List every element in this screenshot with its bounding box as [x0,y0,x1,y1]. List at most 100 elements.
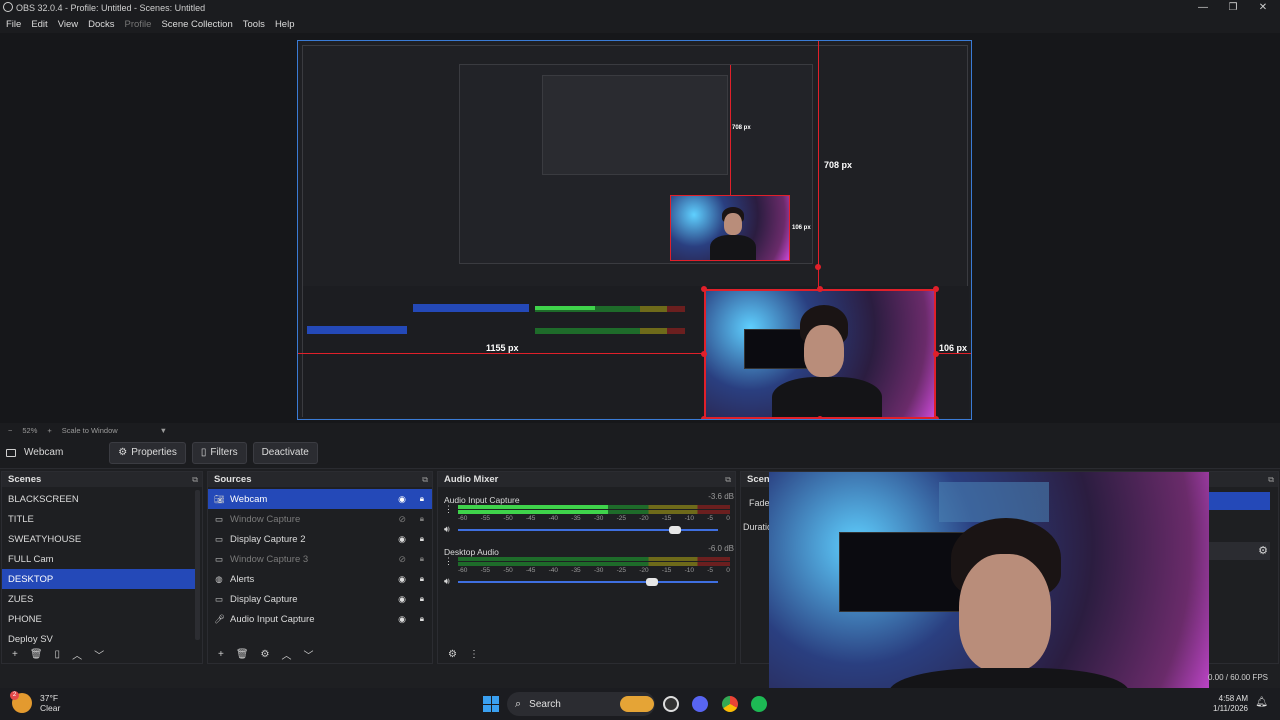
taskbar-app-icon[interactable] [620,696,654,712]
resize-handle[interactable] [701,286,707,292]
eye-hidden-icon[interactable]: ⊘ [398,554,406,565]
windows-start-icon[interactable] [483,696,499,712]
eye-icon[interactable]: ◉ [398,534,406,545]
menu-docks[interactable]: Docks [88,19,114,30]
audio-channel: Audio Input Capture -3.6 dB ⋮ -60 -55 -50-… [444,492,734,540]
deactivate-button[interactable]: Deactivate [252,441,318,464]
lock-icon[interactable]: 🔒︎ [420,534,424,544]
zoom-out-button[interactable]: − [8,426,12,435]
mixer-menu-icon[interactable]: ⋮ [469,649,479,660]
resize-handle[interactable] [701,416,707,419]
lock-icon[interactable]: 🔒︎ [420,574,424,584]
source-item[interactable]: ▭ Display Capture ◉ 🔒︎ [208,589,432,609]
fps-readout: 0.00 / 60.00 FPS [1207,673,1268,682]
menu-edit[interactable]: Edit [31,19,47,30]
transition-select[interactable]: Fade [749,498,770,508]
system-clock[interactable]: 4:58 AM 1/11/2026 [1213,694,1248,714]
scale-mode-caret-icon[interactable]: ▼ [160,426,167,435]
move-down-icon[interactable]: ﹀ [304,647,314,662]
source-item[interactable]: ▭ Display Capture 2 ◉ 🔒︎ [208,529,432,549]
resize-handle[interactable] [701,351,707,357]
speaker-icon[interactable]: 🔊︎ [444,576,450,587]
source-item[interactable]: ▭ Window Capture 3 ⊘ 🔒︎ [208,549,432,569]
move-down-icon[interactable]: ﹀ [94,647,104,662]
nested-meter-2 [535,328,685,334]
lock-icon[interactable]: 🔒︎ [420,594,424,604]
scale-mode[interactable]: Scale to Window [62,426,118,435]
scene-item-selected[interactable]: DESKTOP [2,569,196,589]
move-up-icon[interactable]: ︿ [282,647,292,662]
nested-preview: 708 px 106 px [459,64,813,264]
gear-icon[interactable]: ⚙ [1258,544,1268,557]
channel-menu-icon[interactable]: ⋮ [444,504,453,515]
preview-canvas[interactable]: 708 px 106 px 708 px 106 px 1155 px [297,40,972,420]
source-item-selected[interactable]: 📷︎ Webcam ◉ 🔒︎ [208,489,432,509]
remove-source-icon[interactable]: 🗑 [236,649,249,660]
eye-icon[interactable]: ◉ [398,614,406,625]
channel-menu-icon[interactable]: ⋮ [444,556,453,567]
menu-view[interactable]: View [58,19,78,30]
resize-handle[interactable] [933,286,939,292]
meter-tick-label: -35 [571,515,581,522]
scene-item[interactable]: PHONE [2,609,196,629]
channel-db: -3.6 dB [708,492,734,501]
volume-slider[interactable] [458,578,718,586]
eye-icon[interactable]: ◉ [398,494,406,505]
undock-icon[interactable]: ⧉ [422,475,428,485]
eye-icon[interactable]: ◉ [398,574,406,585]
source-item[interactable]: ▭ Window Capture ⊘ 🔒︎ [208,509,432,529]
guide-line-top [818,41,819,289]
meter-scale: -60 -55 -50 -45 -40 -35 -30 -25 -20 -15 -10 -5 0 [458,515,730,522]
source-item[interactable]: 🎤︎ Audio Input Capture ◉ 🔒︎ [208,609,432,629]
menu-scene-collection[interactable]: Scene Collection [161,19,232,30]
scene-item[interactable]: SWEATYHOUSE [2,529,196,549]
undock-icon[interactable]: ⧉ [1268,475,1274,485]
menu-help[interactable]: Help [275,19,295,30]
zoom-in-button[interactable]: + [47,426,51,435]
weather-widget[interactable]: 2 37°F Clear [10,691,60,713]
source-properties-icon[interactable]: ⚙ [261,649,270,660]
mixer-settings-icon[interactable]: ⚙ [448,649,457,660]
maximize-button[interactable]: ❐ [1218,0,1248,15]
undock-icon[interactable]: ⧉ [725,475,731,485]
scene-item[interactable]: FULL Cam [2,549,196,569]
scene-item[interactable]: ZUES [2,589,196,609]
scene-filters-icon[interactable]: ▯ [55,649,61,660]
obs-taskbar-icon[interactable] [663,696,679,712]
resize-handle[interactable] [933,416,939,419]
eye-icon[interactable]: ◉ [398,594,406,605]
lock-icon[interactable]: 🔒︎ [420,554,424,564]
menu-profile[interactable]: Profile [125,19,152,30]
scenes-scrollbar[interactable] [195,490,200,640]
chrome-taskbar-icon[interactable] [722,696,738,712]
undock-icon[interactable]: ⧉ [192,475,198,485]
transition-select-highlight[interactable] [1208,492,1270,510]
move-up-icon[interactable]: ︿ [72,647,82,662]
discord-taskbar-icon[interactable] [692,696,708,712]
scene-item[interactable]: BLACKSCREEN [2,489,196,509]
lock-icon[interactable]: 🔒︎ [420,494,424,504]
volume-slider[interactable] [458,526,718,534]
source-item[interactable]: ◍ Alerts ◉ 🔒︎ [208,569,432,589]
selection-bounding-box[interactable] [704,289,936,419]
weather-temp: 37°F [40,693,59,703]
properties-button[interactable]: ⚙ Properties [109,441,186,464]
add-source-icon[interactable]: + [218,649,224,660]
resize-handle[interactable] [817,416,823,419]
clock-date: 1/11/2026 [1213,704,1248,713]
menu-file[interactable]: File [6,19,21,30]
remove-scene-icon[interactable]: 🗑 [30,649,43,660]
filters-button[interactable]: ▯ Filters [191,441,247,464]
notification-bell-icon[interactable]: 🔔︎ [1255,697,1268,708]
guide-line-left [298,353,704,354]
minimize-button[interactable]: — [1188,0,1218,15]
speaker-icon[interactable]: 🔊︎ [444,524,450,535]
add-scene-icon[interactable]: + [12,649,18,660]
lock-icon[interactable]: 🔒︎ [420,614,424,624]
eye-hidden-icon[interactable]: ⊘ [398,514,406,525]
close-button[interactable]: ✕ [1248,0,1278,15]
menu-tools[interactable]: Tools [243,19,265,30]
spotify-taskbar-icon[interactable] [751,696,767,712]
scene-item[interactable]: TITLE [2,509,196,529]
lock-icon[interactable]: 🔒︎ [420,514,424,524]
